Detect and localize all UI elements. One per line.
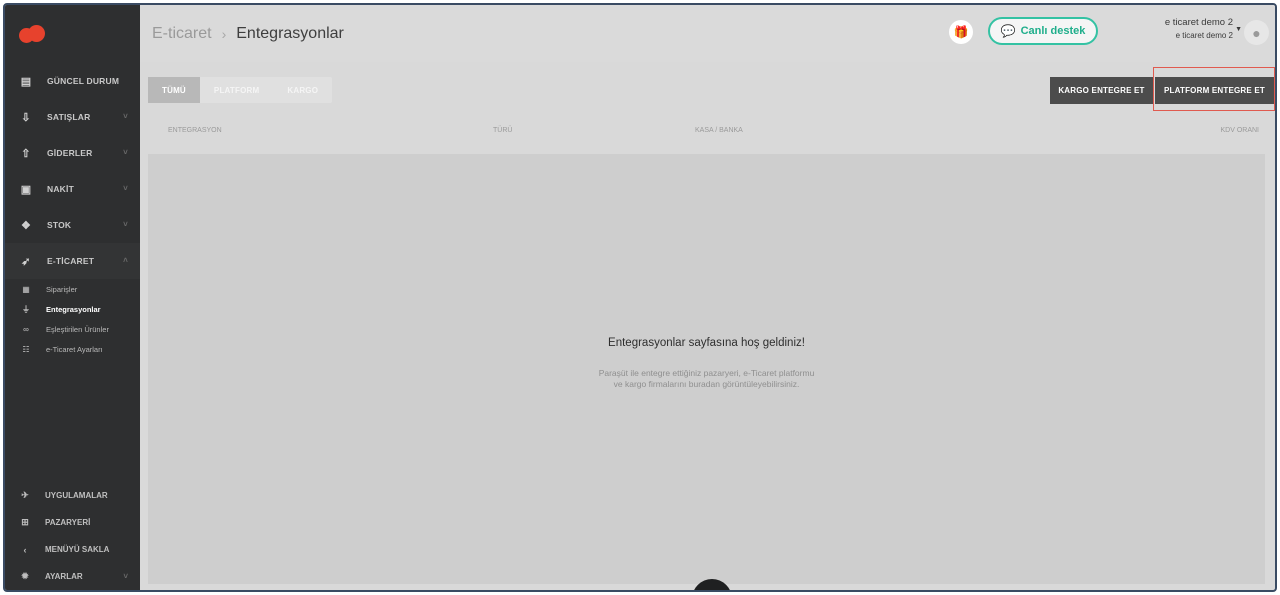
column-header-kasa-banka[interactable]: KASA / BANKA bbox=[695, 127, 743, 134]
column-header-entegrasyon[interactable]: ENTEGRASYON bbox=[168, 127, 222, 134]
apps-icon: ✈ bbox=[21, 490, 29, 500]
sidebar-subitem-label: Siparişler bbox=[46, 284, 78, 294]
breadcrumb-parent[interactable]: E-ticaret bbox=[152, 25, 212, 43]
chevron-down-icon: ˅ bbox=[123, 572, 128, 581]
kargo-entegre-et-button[interactable]: KARGO ENTEGRE ET bbox=[1050, 77, 1153, 104]
sidebar-item-label: MENÜYÜ SAKLA bbox=[45, 545, 110, 554]
sidebar-item-menuyu-sakla[interactable]: ‹ MENÜYÜ SAKLA bbox=[5, 536, 140, 563]
sidebar-subitem-label: Eşleştirilen Ürünler bbox=[46, 324, 109, 334]
sidebar-item-giderler[interactable]: ⇧ GİDERLER ˅ bbox=[5, 135, 140, 171]
sidebar-subitem-eslestirilen-urunler[interactable]: ∞ Eşleştirilen Ürünler bbox=[5, 319, 140, 339]
orders-icon: ▦ bbox=[22, 284, 30, 294]
highlight-box bbox=[1153, 67, 1275, 111]
column-header-kdv-orani[interactable]: KDV ORANI bbox=[1220, 127, 1259, 134]
collapse-icon: ‹ bbox=[23, 544, 27, 555]
plug-icon: ⏚ bbox=[22, 304, 30, 314]
tab-kargo[interactable]: KARGO bbox=[273, 77, 332, 103]
sidebar-item-label: AYARLAR bbox=[45, 572, 83, 581]
empty-state-title: Entegrasyonlar sayfasına hoş geldiniz! bbox=[608, 337, 805, 349]
sidebar-item-label: GİDERLER bbox=[47, 148, 93, 158]
user-name: e ticaret demo 2 bbox=[1164, 17, 1233, 28]
sales-icon: ⇩ bbox=[21, 111, 31, 124]
gift-icon[interactable]: 🎁 bbox=[949, 20, 973, 44]
stock-icon: ❖ bbox=[20, 219, 32, 232]
sidebar-item-guncel-durum[interactable]: ▤ GÜNCEL DURUM bbox=[5, 63, 140, 99]
page-title: Entegrasyonlar bbox=[236, 24, 344, 42]
sidebar-item-satislar[interactable]: ⇩ SATIŞLAR ˅ bbox=[5, 99, 140, 135]
sidebar-subitem-label: Entegrasyonlar bbox=[46, 304, 101, 314]
cash-icon: ▣ bbox=[20, 183, 32, 196]
breadcrumb: E-ticaret › Entegrasyonlar bbox=[140, 25, 344, 43]
breadcrumb-separator: › bbox=[221, 25, 227, 42]
sidebar-subitem-label: e-Ticaret Ayarları bbox=[46, 344, 103, 354]
user-menu[interactable]: e ticaret demo 2 e ticaret demo 2 ▼ bbox=[1164, 17, 1242, 40]
sidebar-item-e-ticaret[interactable]: ➶ E-TİCARET ˄ bbox=[5, 243, 140, 279]
avatar[interactable]: ● bbox=[1244, 20, 1269, 45]
topbar: E-ticaret › Entegrasyonlar 🎁 💬 Canlı des… bbox=[140, 5, 1275, 62]
sidebar-item-uygulamalar[interactable]: ✈ UYGULAMALAR bbox=[5, 482, 140, 509]
table-header: ENTEGRASYON TÜRÜ KASA / BANKA KDV ORANI bbox=[148, 121, 1259, 153]
chevron-down-icon: ˅ bbox=[123, 112, 128, 121]
sidebar-item-label: NAKİT bbox=[47, 184, 74, 194]
empty-state-description: Paraşüt ile entegre ettiğiniz pazaryeri,… bbox=[148, 368, 1265, 390]
logo[interactable] bbox=[5, 5, 140, 63]
user-company: e ticaret demo 2 bbox=[1175, 31, 1233, 40]
caret-down-icon: ▼ bbox=[1235, 26, 1242, 33]
expenses-icon: ⇧ bbox=[21, 147, 31, 160]
sidebar-subitem-entegrasyonlar[interactable]: ⏚ Entegrasyonlar bbox=[5, 299, 140, 319]
sidebar-subitem-siparisler[interactable]: ▦ Siparişler bbox=[5, 279, 140, 299]
sidebar-item-label: PAZARYERİ bbox=[45, 518, 91, 527]
chevron-down-icon: ˅ bbox=[123, 220, 128, 229]
chevron-up-icon: ˄ bbox=[123, 256, 128, 265]
sidebar-bottom: ✈ UYGULAMALAR ⊞ PAZARYERİ ‹ MENÜYÜ SAKLA… bbox=[5, 482, 140, 590]
gear-icon: ✹ bbox=[21, 571, 29, 581]
cart-icon: ⊞ bbox=[21, 517, 29, 527]
sidebar-item-label: E-TİCARET bbox=[47, 256, 95, 266]
dashboard-icon: ▤ bbox=[20, 75, 32, 88]
empty-state: Entegrasyonlar sayfasına hoş geldiniz! P… bbox=[148, 154, 1265, 584]
empty-state-line-1: Paraşüt ile entegre ettiğiniz pazaryeri,… bbox=[598, 368, 815, 378]
sidebar-item-label: GÜNCEL DURUM bbox=[47, 76, 120, 86]
tab-tumu[interactable]: TÜMÜ bbox=[148, 77, 200, 103]
link-icon: ∞ bbox=[23, 324, 29, 334]
tab-platform[interactable]: PLATFORM bbox=[200, 77, 273, 103]
filter-tabs: TÜMÜ PLATFORM KARGO bbox=[148, 77, 333, 103]
sidebar-item-label: SATIŞLAR bbox=[47, 112, 91, 122]
empty-state-line-2: ve kargo firmalarını buradan görüntüleye… bbox=[613, 379, 800, 389]
chevron-down-icon: ˅ bbox=[123, 148, 128, 157]
live-support-button[interactable]: 💬 Canlı destek bbox=[988, 17, 1098, 45]
brand-logo-icon bbox=[19, 25, 45, 43]
app-window: ▤ GÜNCEL DURUM ⇩ SATIŞLAR ˅ ⇧ GİDERLER ˅… bbox=[3, 3, 1277, 592]
settings-sliders-icon: ☷ bbox=[22, 344, 30, 354]
sidebar-item-pazaryeri[interactable]: ⊞ PAZARYERİ bbox=[5, 509, 140, 536]
user-icon: ● bbox=[1252, 24, 1261, 41]
column-header-turu[interactable]: TÜRÜ bbox=[493, 127, 512, 134]
sidebar-subitem-eticaret-ayarlari[interactable]: ☷ e-Ticaret Ayarları bbox=[5, 339, 140, 359]
sidebar: ▤ GÜNCEL DURUM ⇩ SATIŞLAR ˅ ⇧ GİDERLER ˅… bbox=[5, 5, 140, 590]
rocket-icon: ➶ bbox=[21, 255, 31, 268]
sidebar-item-ayarlar[interactable]: ✹ AYARLAR ˅ bbox=[5, 563, 140, 590]
sidebar-item-stok[interactable]: ❖ STOK ˅ bbox=[5, 207, 140, 243]
chat-bubbles-icon: 💬 bbox=[1000, 24, 1016, 38]
sidebar-item-nakit[interactable]: ▣ NAKİT ˅ bbox=[5, 171, 140, 207]
sidebar-item-label: UYGULAMALAR bbox=[45, 491, 108, 500]
sidebar-item-label: STOK bbox=[47, 220, 72, 230]
chevron-down-icon: ˅ bbox=[123, 184, 128, 193]
live-support-label: Canlı destek bbox=[1020, 25, 1086, 37]
